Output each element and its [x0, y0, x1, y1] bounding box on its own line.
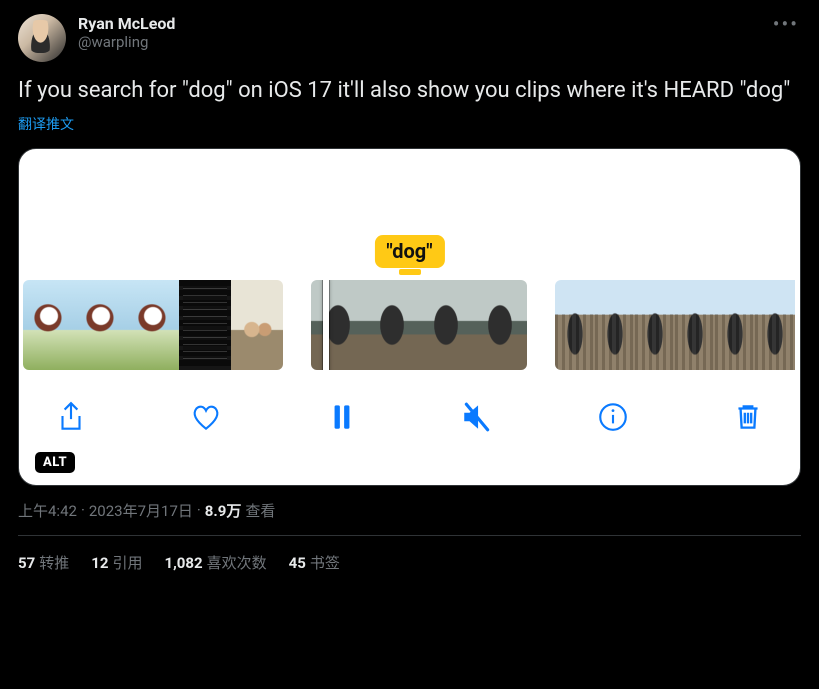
thumbnail: [755, 280, 795, 370]
trash-icon[interactable]: [728, 397, 768, 437]
likes[interactable]: 1,082喜欢次数: [164, 552, 266, 573]
thumbnail: [675, 280, 715, 370]
media-toolbar: [19, 387, 800, 447]
heart-icon[interactable]: [186, 397, 226, 437]
clip-group-1: [23, 280, 283, 370]
tweet-time[interactable]: 上午4:42: [18, 500, 77, 521]
thumbnail: [419, 280, 473, 370]
tweet-text: If you search for "dog" on iOS 17 it'll …: [18, 76, 801, 106]
tweet-date[interactable]: 2023年7月17日: [89, 500, 193, 521]
retweets[interactable]: 57转推: [18, 552, 69, 573]
mute-icon[interactable]: [457, 397, 497, 437]
meta-separator: ·: [197, 501, 201, 519]
view-label: 查看: [245, 500, 275, 521]
thumbnail: [635, 280, 675, 370]
info-icon[interactable]: [593, 397, 633, 437]
tweet-container: Ryan McLeod @warpling ••• If you search …: [0, 0, 819, 573]
caption-tooltip: "dog": [374, 235, 444, 268]
thumbnail: [127, 280, 179, 370]
playhead[interactable]: [323, 280, 329, 370]
translate-link[interactable]: 翻译推文: [18, 114, 801, 134]
thumbnail: [595, 280, 635, 370]
thumbnail: [75, 280, 127, 370]
user-line: Ryan McLeod @warpling: [78, 14, 175, 51]
tweet-meta: 上午4:42 · 2023年7月17日 · 8.9万 查看: [18, 500, 801, 521]
alt-badge[interactable]: ALT: [35, 452, 75, 473]
quotes[interactable]: 12引用: [91, 552, 142, 573]
user-handle[interactable]: @warpling: [78, 33, 175, 51]
thumbnail: [23, 280, 75, 370]
avatar[interactable]: [18, 14, 66, 62]
more-icon[interactable]: •••: [773, 14, 799, 34]
thumbnail: [179, 280, 231, 370]
clip-group-2: [311, 280, 527, 370]
clip-group-3: [555, 280, 801, 370]
caption-marker: [399, 269, 421, 275]
thumbnail: [473, 280, 527, 370]
thumbnail: [555, 280, 595, 370]
tweet-stats: 57转推 12引用 1,082喜欢次数 45书签: [18, 536, 801, 573]
meta-separator: ·: [81, 501, 85, 519]
tweet-header: Ryan McLeod @warpling •••: [18, 14, 801, 62]
thumbnail: [715, 280, 755, 370]
pause-icon[interactable]: [322, 397, 362, 437]
thumbnail: [231, 280, 283, 370]
media-attachment[interactable]: "dog": [18, 148, 801, 486]
thumbnail: [311, 280, 365, 370]
view-count: 8.9万: [205, 500, 242, 521]
share-icon[interactable]: [51, 397, 91, 437]
display-name[interactable]: Ryan McLeod: [78, 14, 175, 33]
clip-timeline: [19, 277, 800, 373]
bookmarks[interactable]: 45书签: [289, 552, 340, 573]
thumbnail: [365, 280, 419, 370]
